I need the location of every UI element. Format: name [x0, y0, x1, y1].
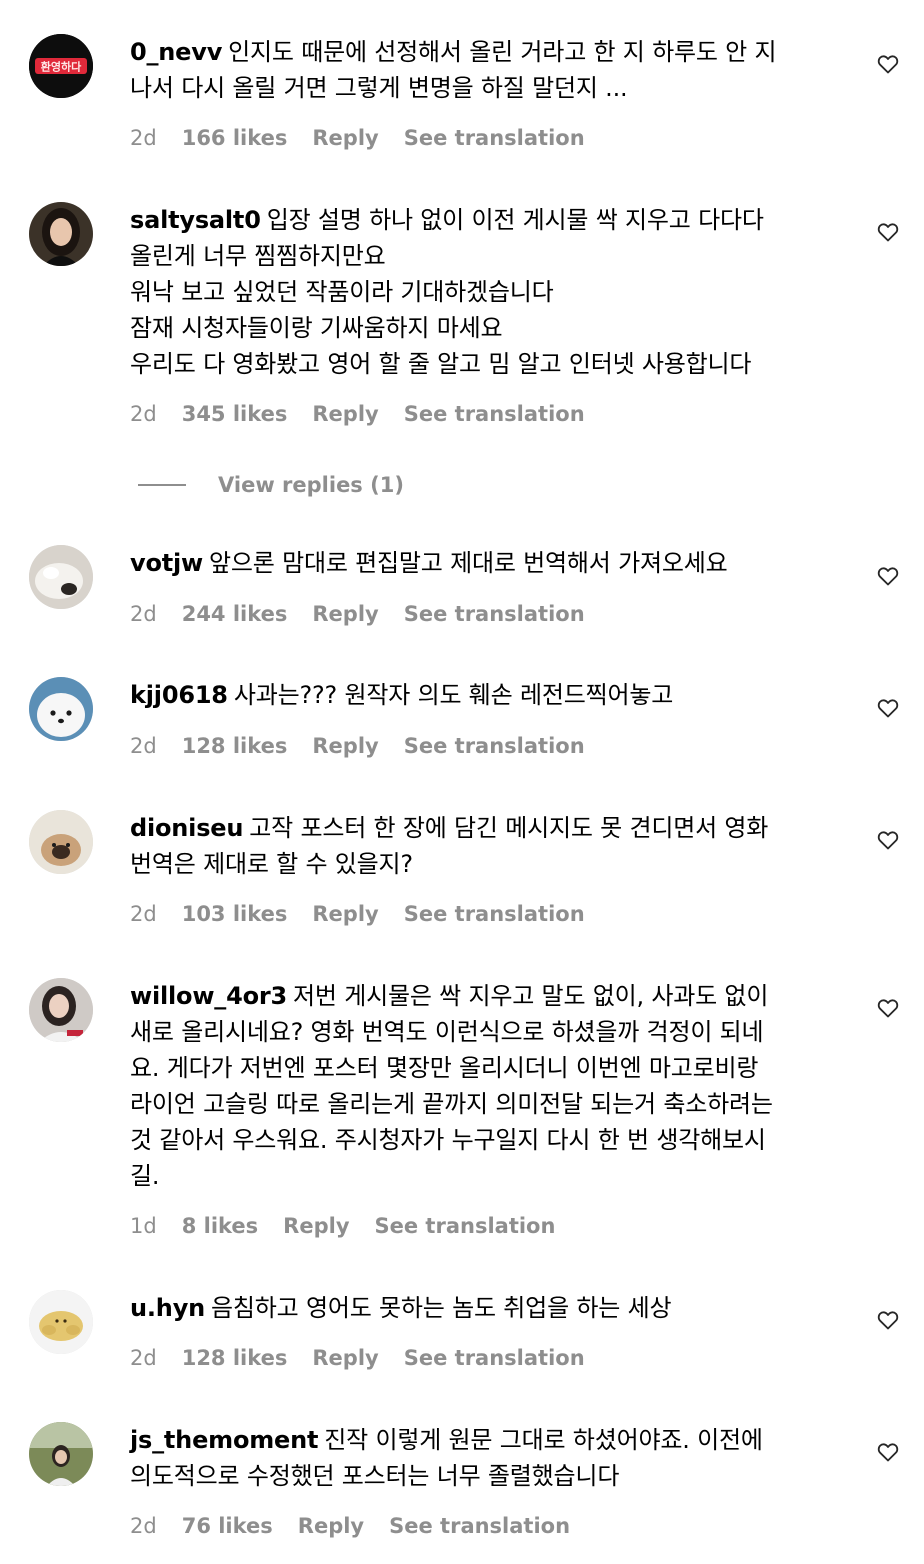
avatar-image	[29, 677, 93, 741]
see-translation-button[interactable]: See translation	[404, 602, 585, 626]
comment-body: dioniseu 고작 포스터 한 장에 담긴 메시지도 못 견디면서 영화 번역…	[130, 810, 842, 882]
comment-username[interactable]: saltysalt0	[130, 206, 261, 234]
comment-likes[interactable]: 128 likes	[182, 734, 288, 758]
heart-icon[interactable]	[876, 828, 900, 852]
avatar-image	[29, 1422, 93, 1486]
comment-body: votjw 앞으론 맘대로 편집말고 제대로 번역해서 가져오세요	[130, 545, 842, 581]
avatar[interactable]: 환영하다	[29, 34, 93, 98]
comment-username[interactable]: kjj0618	[130, 681, 228, 709]
comment-time[interactable]: 2d	[130, 902, 157, 926]
comment-meta: 2d 345 likes Reply See translation	[130, 399, 585, 429]
comment-likes[interactable]: 76 likes	[182, 1514, 273, 1538]
see-translation-button[interactable]: See translation	[404, 126, 585, 150]
comment-username[interactable]: js_themoment	[130, 1426, 318, 1454]
heart-icon[interactable]	[876, 220, 900, 244]
view-replies-button[interactable]: View replies (1)	[138, 470, 404, 500]
avatar[interactable]	[29, 1422, 93, 1486]
view-replies-divider	[138, 484, 186, 486]
see-translation-button[interactable]: See translation	[404, 1346, 585, 1370]
heart-icon[interactable]	[876, 696, 900, 720]
comment-meta: 2d 128 likes Reply See translation	[130, 731, 585, 761]
reply-button[interactable]: Reply	[312, 602, 378, 626]
heart-icon[interactable]	[876, 564, 900, 588]
heart-icon[interactable]	[876, 1308, 900, 1332]
comment-likes[interactable]: 244 likes	[182, 602, 288, 626]
comment-body: js_themoment 진작 이렇게 원문 그대로 하셨어야죠. 이전에 의도적…	[130, 1422, 842, 1494]
comment-time[interactable]: 2d	[130, 1346, 157, 1370]
comment-content: 저번 게시물은 싹 지우고 말도 없이, 사과도 없이 새로 올리시네요? 영화…	[130, 982, 773, 1190]
see-translation-button[interactable]: See translation	[375, 1214, 556, 1238]
heart-icon[interactable]	[876, 52, 900, 76]
see-translation-button[interactable]: See translation	[389, 1514, 570, 1538]
avatar[interactable]	[29, 677, 93, 741]
avatar-image	[29, 810, 93, 874]
view-replies-label: View replies (1)	[218, 473, 404, 497]
reply-button[interactable]: Reply	[312, 126, 378, 150]
reply-button[interactable]: Reply	[312, 734, 378, 758]
comment-time[interactable]: 1d	[130, 1214, 157, 1238]
comment-content: 앞으론 맘대로 편집말고 제대로 번역해서 가져오세요	[209, 549, 728, 577]
comment-text: u.hyn 음침하고 영어도 못하는 놈도 취업을 하는 세상	[130, 1290, 842, 1326]
comment-username[interactable]: dioniseu	[130, 814, 243, 842]
comment-text: votjw 앞으론 맘대로 편집말고 제대로 번역해서 가져오세요	[130, 545, 842, 581]
comment-likes[interactable]: 166 likes	[182, 126, 288, 150]
avatar[interactable]	[29, 810, 93, 874]
comment-text: kjj0618 사과는??? 원작자 의도 훼손 레전드찍어놓고	[130, 677, 842, 713]
see-translation-button[interactable]: See translation	[404, 902, 585, 926]
reply-button[interactable]: Reply	[312, 902, 378, 926]
comment-body: saltysalt0 입장 설명 하나 없이 이전 게시물 싹 지우고 다다다 올…	[130, 202, 842, 382]
comment-username[interactable]: 0_nevv	[130, 38, 222, 66]
reply-button[interactable]: Reply	[298, 1514, 364, 1538]
comment-body: 0_nevv 인지도 때문에 선정해서 올린 거라고 한 지 하루도 안 지 나서…	[130, 34, 842, 106]
comment-username[interactable]: votjw	[130, 549, 203, 577]
avatar-image	[29, 978, 93, 1042]
comment-body: willow_4or3 저번 게시물은 싹 지우고 말도 없이, 사과도 없이 새…	[130, 978, 842, 1194]
comment-text: js_themoment 진작 이렇게 원문 그대로 하셨어야죠. 이전에 의도적…	[130, 1422, 842, 1494]
comment-content: 인지도 때문에 선정해서 올린 거라고 한 지 하루도 안 지 나서 다시 올릴…	[130, 38, 777, 102]
avatar-image	[29, 1290, 93, 1354]
comment-likes[interactable]: 345 likes	[182, 402, 288, 426]
avatar[interactable]	[29, 1290, 93, 1354]
avatar[interactable]	[29, 545, 93, 609]
comment-time[interactable]: 2d	[130, 1514, 157, 1538]
avatar-image	[29, 545, 93, 609]
avatar-sign-text: 환영하다	[41, 60, 82, 74]
heart-icon[interactable]	[876, 1440, 900, 1464]
avatar-image: 환영하다	[29, 34, 93, 98]
comment-time[interactable]: 2d	[130, 402, 157, 426]
reply-button[interactable]: Reply	[312, 1346, 378, 1370]
comment-likes[interactable]: 103 likes	[182, 902, 288, 926]
see-translation-button[interactable]: See translation	[404, 734, 585, 758]
comment-time[interactable]: 2d	[130, 602, 157, 626]
see-translation-button[interactable]: See translation	[404, 402, 585, 426]
comment-meta: 2d 128 likes Reply See translation	[130, 1343, 585, 1373]
comment-meta: 1d 8 likes Reply See translation	[130, 1211, 555, 1241]
comment-text: 0_nevv 인지도 때문에 선정해서 올린 거라고 한 지 하루도 안 지 나서…	[130, 34, 842, 106]
reply-button[interactable]: Reply	[312, 402, 378, 426]
comment-content: 음침하고 영어도 못하는 놈도 취업을 하는 세상	[211, 1294, 672, 1322]
comment-meta: 2d 166 likes Reply See translation	[130, 123, 585, 153]
comment-meta: 2d 244 likes Reply See translation	[130, 599, 585, 629]
comment-body: kjj0618 사과는??? 원작자 의도 훼손 레전드찍어놓고	[130, 677, 842, 713]
comment-time[interactable]: 2d	[130, 126, 157, 150]
comment-text: dioniseu 고작 포스터 한 장에 담긴 메시지도 못 견디면서 영화 번역…	[130, 810, 842, 882]
avatar[interactable]	[29, 978, 93, 1042]
comment-meta: 2d 103 likes Reply See translation	[130, 899, 585, 929]
comment-likes[interactable]: 8 likes	[182, 1214, 258, 1238]
comment-time[interactable]: 2d	[130, 734, 157, 758]
heart-icon[interactable]	[876, 996, 900, 1020]
comment-username[interactable]: willow_4or3	[130, 982, 287, 1010]
comment-likes[interactable]: 128 likes	[182, 1346, 288, 1370]
comment-username[interactable]: u.hyn	[130, 1294, 205, 1322]
comment-meta: 2d 76 likes Reply See translation	[130, 1511, 570, 1541]
avatar[interactable]	[29, 202, 93, 266]
reply-button[interactable]: Reply	[283, 1214, 349, 1238]
comment-text: saltysalt0 입장 설명 하나 없이 이전 게시물 싹 지우고 다다다 올…	[130, 202, 842, 382]
comment-body: u.hyn 음침하고 영어도 못하는 놈도 취업을 하는 세상	[130, 1290, 842, 1326]
avatar-image	[29, 202, 93, 266]
comment-text: willow_4or3 저번 게시물은 싹 지우고 말도 없이, 사과도 없이 새…	[130, 978, 842, 1194]
comment-content: 사과는??? 원작자 의도 훼손 레전드찍어놓고	[233, 681, 674, 709]
